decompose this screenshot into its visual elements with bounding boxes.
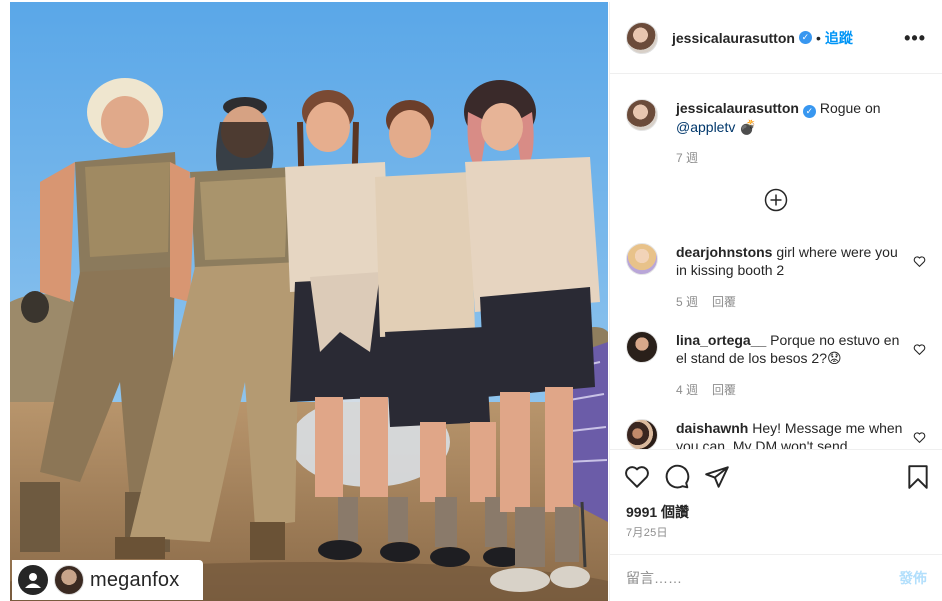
comment-username[interactable]: daishawnh: [676, 420, 748, 436]
commenter-avatar[interactable]: [626, 331, 658, 363]
add-circle-icon[interactable]: [764, 188, 788, 212]
comment-text: lina_ortega__ Porque no estuvo en el sta…: [676, 331, 906, 367]
more-icon[interactable]: •••: [904, 28, 926, 49]
post-actions: 9991 個讚 7月25日: [610, 449, 942, 549]
caption-meta: 7 週: [676, 149, 698, 166]
photo-scene: [10, 2, 608, 601]
author-avatar[interactable]: [626, 99, 658, 131]
verified-icon: ✓: [802, 104, 816, 118]
comment-icon[interactable]: [664, 464, 690, 490]
heart-icon[interactable]: [913, 431, 926, 444]
heart-icon[interactable]: [913, 255, 926, 268]
comment-username[interactable]: lina_ortega__: [676, 332, 766, 348]
likes-count[interactable]: 9991 個讚: [626, 502, 689, 522]
comment-meta: 4 週回覆: [676, 381, 736, 398]
worried-emoji: 😟: [827, 350, 842, 366]
caption-mention[interactable]: @appletv: [676, 119, 735, 135]
share-icon[interactable]: [704, 464, 730, 490]
post-photo[interactable]: meganfox: [10, 2, 608, 601]
reply-button[interactable]: 回覆: [712, 295, 736, 309]
commenter-avatar[interactable]: [626, 419, 658, 449]
tagged-user-avatar: [54, 565, 84, 595]
comment-username[interactable]: dearjohnstons: [676, 244, 772, 260]
follow-button[interactable]: 追蹤: [825, 28, 853, 48]
comment-time[interactable]: 5 週: [676, 295, 698, 309]
comment-input[interactable]: [626, 570, 899, 586]
post-sidebar: jessicalaurasutton ✓ • 追蹤 ••• jessicalau…: [609, 2, 942, 601]
post-comment-button[interactable]: 發佈: [899, 568, 927, 588]
caption-username[interactable]: jessicalaurasutton: [676, 100, 799, 116]
tagged-username[interactable]: meganfox: [90, 569, 179, 592]
comment-meta: 5 週回覆: [676, 293, 736, 310]
caption-time[interactable]: 7 週: [676, 151, 698, 165]
comment-text: daishawnh Hey! Message me when you can. …: [676, 419, 906, 449]
user-tag-icon[interactable]: [18, 565, 48, 595]
verified-icon: ✓: [798, 31, 812, 44]
author-avatar[interactable]: [626, 21, 658, 54]
comment-text: dearjohnstons girl where were you in kis…: [676, 243, 906, 279]
caption-body: Rogue on: [819, 100, 881, 116]
bookmark-icon[interactable]: [905, 464, 931, 490]
separator: •: [815, 29, 821, 46]
bomb-emoji: 💣: [739, 118, 757, 135]
heart-icon[interactable]: [913, 343, 926, 356]
comment-composer: 發佈: [610, 554, 942, 601]
post-header: jessicalaurasutton ✓ • 追蹤 •••: [610, 2, 942, 74]
photo-tag[interactable]: meganfox: [12, 560, 203, 600]
heart-icon[interactable]: [624, 464, 650, 490]
reply-button[interactable]: 回覆: [712, 383, 736, 397]
post-date[interactable]: 7月25日: [626, 524, 668, 540]
comments-list[interactable]: jessicalaurasutton ✓ Rogue on @appletv 💣 …: [610, 75, 942, 449]
caption-text: jessicalaurasutton ✓ Rogue on @appletv 💣: [676, 99, 906, 136]
author-username[interactable]: jessicalaurasutton: [672, 30, 795, 46]
comment-time[interactable]: 4 週: [676, 383, 698, 397]
commenter-avatar[interactable]: [626, 243, 658, 275]
